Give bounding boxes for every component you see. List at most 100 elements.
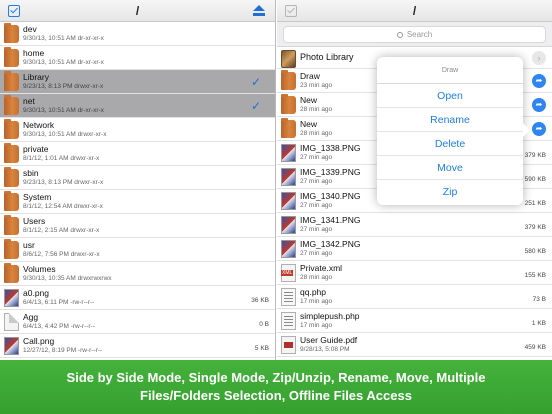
chevron-right-icon[interactable]: › [532, 51, 546, 65]
left-file-row[interactable]: System 8/1/12, 12:54 AM drwxr-xr-x [0, 190, 275, 214]
file-size: 379 KB [524, 152, 546, 159]
file-meta: 6/4/13, 4:42 PM -rw-r--r-- [23, 323, 95, 330]
feature-banner: Side by Side Mode, Single Mode, Zip/Unzi… [0, 360, 552, 414]
banner-line-1: Side by Side Mode, Single Mode, Zip/Unzi… [66, 370, 486, 385]
left-file-row[interactable]: net 9/30/13, 10:51 AM dr-xr-xr-x ✓ [0, 94, 275, 118]
file-name: IMG_1342.PNG [300, 239, 361, 249]
image-file-icon [281, 144, 296, 162]
search-placeholder: Search [406, 30, 433, 39]
file-size: 251 KB [524, 200, 546, 207]
file-size: 1 KB [531, 320, 546, 327]
file-name: IMG_1338.PNG [300, 143, 361, 153]
file-name: Call.png [23, 336, 55, 346]
file-meta: 27 min ago [300, 178, 333, 185]
popover-zip-button[interactable]: Zip [377, 180, 523, 204]
search-input[interactable]: Search [283, 26, 546, 43]
file-name: IMG_1340.PNG [300, 191, 361, 201]
file-name: Private.xml [300, 263, 343, 273]
right-toolbar: / [277, 0, 552, 22]
file-meta: 8/1/12, 2:15 AM drwxr-xr-x [23, 227, 100, 234]
pdf-file-icon [281, 336, 296, 354]
left-file-row[interactable]: usr 8/6/12, 7:56 PM drwxr-xr-x [0, 238, 275, 262]
left-path-title: / [135, 4, 140, 18]
left-file-row[interactable]: Agg 6/4/13, 4:42 PM -rw-r--r-- 0 B [0, 310, 275, 334]
right-file-row[interactable]: IMG_1341.PNG 27 min ago 379 KB [277, 213, 552, 237]
file-size: 36 KB [251, 297, 269, 304]
popover-rename-button[interactable]: Rename [377, 108, 523, 132]
image-file-icon [281, 240, 296, 258]
image-file-icon [281, 216, 296, 234]
popover-move-button[interactable]: Move [377, 156, 523, 180]
file-size: 5 KB [254, 345, 269, 352]
share-arrow-icon[interactable]: ➦ [532, 98, 546, 112]
file-name: Volumes [23, 264, 56, 274]
folder-icon [4, 23, 19, 43]
left-file-list: dev 9/30/13, 10:51 AM dr-xr-xr-x home 9/30/… [0, 22, 275, 360]
left-file-row[interactable]: sbin 9/23/13, 8:13 PM drwxr-xr-x [0, 166, 275, 190]
banner-line-2: Files/Folders Selection, Offline Files A… [140, 388, 412, 403]
eject-icon[interactable] [253, 5, 265, 17]
left-file-row[interactable]: Library 9/23/13, 8:13 PM drwxr-xr-x ✓ [0, 70, 275, 94]
file-size: 0 B [259, 321, 269, 328]
file-meta: 6/4/13, 6:11 PM -rw-r--r-- [23, 299, 95, 306]
file-name: sbin [23, 168, 39, 178]
file-size: 580 KB [524, 248, 546, 255]
file-name: Network [23, 120, 55, 130]
left-file-row[interactable]: a0.png 6/4/13, 6:11 PM -rw-r--r-- 36 KB [0, 286, 275, 310]
left-file-row[interactable]: Volumes 9/30/13, 10:35 AM drwxrwxrwx [0, 262, 275, 286]
image-file-icon [281, 192, 296, 210]
share-arrow-icon[interactable]: ➦ [532, 122, 546, 136]
left-file-row[interactable]: dev 9/30/13, 10:51 AM dr-xr-xr-x [0, 22, 275, 46]
right-file-row[interactable]: User Guide.pdf 9/28/13, 5:08 PM 459 KB [277, 333, 552, 357]
right-file-row[interactable]: Private.xml28 min ago 155 KB [277, 261, 552, 285]
file-meta: 27 min ago [300, 226, 333, 233]
folder-icon [281, 118, 296, 138]
popover-title: Draw [377, 57, 523, 84]
file-meta: 17 min ago [300, 322, 333, 329]
file-size: 379 KB [524, 224, 546, 231]
right-file-row[interactable]: qq.php 17 min ago 73 B [277, 285, 552, 309]
file-name: simplepush.php [300, 311, 360, 321]
photo-library-label: Photo Library [300, 52, 354, 62]
file-meta: 12/27/12, 8:19 PM -rw-r--r-- [23, 347, 103, 354]
left-file-row[interactable]: Network 9/30/13, 10:51 AM drwxr-xr-x [0, 118, 275, 142]
xml-file-icon [281, 264, 296, 282]
image-file-icon [281, 168, 296, 186]
folder-icon [4, 47, 19, 67]
file-meta: 23 min ago [300, 82, 333, 89]
folder-icon [4, 191, 19, 211]
file-name: usr [23, 240, 35, 250]
file-meta: 9/30/13, 10:51 AM drwxr-xr-x [23, 131, 107, 138]
file-name: home [23, 48, 45, 58]
file-meta: 27 min ago [300, 202, 333, 209]
file-meta: 27 min ago [300, 250, 333, 257]
folder-icon [281, 70, 296, 90]
file-meta: 9/23/13, 8:13 PM drwxr-xr-x [23, 83, 104, 90]
folder-icon [281, 94, 296, 114]
file-meta: 9/23/13, 8:13 PM drwxr-xr-x [23, 179, 104, 186]
popover-open-button[interactable]: Open [377, 84, 523, 108]
file-action-popover: Draw Open Rename Delete Move Zip [377, 57, 530, 205]
share-arrow-icon[interactable]: ➦ [532, 74, 546, 88]
checkmark-icon: ✓ [250, 99, 261, 113]
popover-delete-button[interactable]: Delete [377, 132, 523, 156]
left-file-row[interactable]: Call.png 12/27/12, 8:19 PM -rw-r--r-- 5 KB [0, 334, 275, 358]
left-file-pane: / dev 9/30/13, 10:51 AM dr-xr-xr-x home 9/3… [0, 0, 276, 360]
file-size: 73 B [532, 296, 546, 303]
file-name: net [23, 96, 35, 106]
file-name: New [300, 95, 318, 105]
photo-album-icon [281, 50, 296, 68]
checkmark-icon: ✓ [250, 75, 261, 89]
left-file-row[interactable]: private 8/1/12, 1:01 AM drwxr-xr-x [0, 142, 275, 166]
folder-icon [4, 215, 19, 235]
document-icon [4, 313, 19, 331]
right-file-row[interactable]: IMG_1342.PNG 27 min ago 580 KB [277, 237, 552, 261]
search-bar: Search [277, 22, 552, 47]
file-meta: 8/1/12, 12:54 AM drwxr-xr-x [23, 203, 103, 210]
image-file-icon [4, 337, 19, 355]
image-file-icon [4, 289, 19, 307]
file-name: dev [23, 24, 37, 34]
right-file-row[interactable]: simplepush.php 17 min ago 1 KB [277, 309, 552, 333]
left-file-row[interactable]: home 9/30/13, 10:51 AM dr-xr-xr-x [0, 46, 275, 70]
left-file-row[interactable]: Users 8/1/12, 2:15 AM drwxr-xr-x [0, 214, 275, 238]
